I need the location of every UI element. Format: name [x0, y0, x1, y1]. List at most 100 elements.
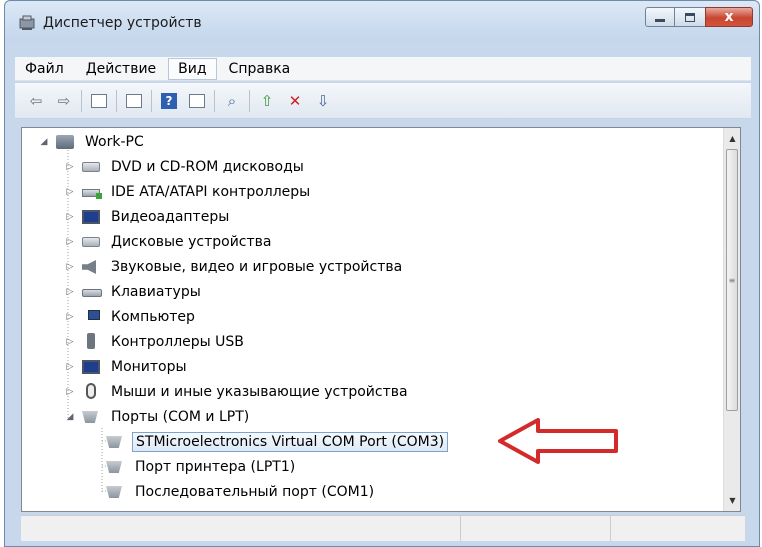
port-icon: [106, 458, 126, 476]
forward-arrow-icon: ⇨: [57, 91, 71, 110]
device-manager-icon: [19, 15, 35, 30]
usb-icon: [82, 333, 102, 351]
update-driver-button[interactable]: ⇧: [256, 90, 278, 112]
tree-device[interactable]: STMicroelectronics Virtual COM Port (COM…: [106, 430, 449, 454]
category-label: Дисковые устройства: [111, 234, 272, 250]
status-pane: [21, 516, 461, 541]
tree-category[interactable]: ▷ Компьютер: [64, 305, 198, 329]
back-button[interactable]: ⇦: [25, 90, 47, 112]
expand-icon[interactable]: ▷: [64, 237, 76, 247]
menu-action[interactable]: Действие: [76, 58, 166, 80]
device-tree[interactable]: ◢ Work-PC ▷ DVD и CD-ROM дисководы ▷ IDE…: [21, 127, 741, 512]
scrollbar-thumb[interactable]: ≡: [726, 149, 738, 411]
vertical-scrollbar[interactable]: ▲ ≡ ▼: [723, 128, 740, 511]
window-title: Диспетчер устройств: [43, 15, 202, 31]
minimize-icon: [655, 18, 665, 22]
uninstall-icon: ✕: [288, 91, 302, 110]
keyboard-icon: [82, 283, 102, 301]
tree-category[interactable]: ▷ Дисковые устройства: [64, 230, 275, 254]
status-pane: [611, 516, 745, 541]
expand-icon[interactable]: ▷: [64, 362, 76, 372]
forward-button[interactable]: ⇨: [53, 90, 75, 112]
tree-root-label: Work-PC: [85, 134, 144, 150]
toolbar-separator: [249, 89, 250, 112]
expand-icon[interactable]: ▷: [64, 187, 76, 197]
show-hide-action-pane-button[interactable]: [186, 90, 208, 112]
computer-root-icon: [56, 133, 76, 151]
monitor-icon: [82, 358, 102, 376]
toolbar: ⇦ ⇨ ? ⌕ ⇧ ✕ ⇩: [15, 83, 751, 119]
action-pane-icon: [189, 93, 205, 108]
properties-button[interactable]: [123, 90, 145, 112]
toolbar-separator: [151, 89, 152, 112]
toolbar-separator: [116, 89, 117, 112]
tree-category[interactable]: ▷ Звуковые, видео и игровые устройства: [64, 255, 405, 279]
menu-view[interactable]: Вид: [168, 57, 217, 80]
expand-icon[interactable]: ▷: [64, 262, 76, 272]
maximize-button[interactable]: [675, 7, 705, 27]
tree-category[interactable]: ▷ Видеоадаптеры: [64, 205, 232, 229]
device-label-selected: STMicroelectronics Virtual COM Port (COM…: [132, 432, 449, 452]
scroll-up-arrow-icon[interactable]: ▲: [724, 130, 740, 147]
maximize-icon: [685, 12, 695, 22]
category-label: IDE ATA/ATAPI контроллеры: [111, 184, 311, 200]
expand-icon[interactable]: ▷: [64, 287, 76, 297]
device-label: Порт принтера (LPT1): [135, 459, 296, 475]
device-manager-window: Диспетчер устройств x Файл Действие Вид …: [4, 0, 760, 547]
title-bar[interactable]: Диспетчер устройств x: [5, 1, 759, 41]
tree-category[interactable]: ▷ IDE ATA/ATAPI контроллеры: [64, 180, 313, 204]
minimize-button[interactable]: [645, 7, 675, 27]
collapse-icon[interactable]: ◢: [64, 412, 76, 422]
category-label: Мониторы: [111, 359, 187, 375]
tree-device[interactable]: Порт принтера (LPT1): [106, 455, 298, 479]
category-label: Клавиатуры: [111, 284, 201, 300]
tree-category[interactable]: ▷ Клавиатуры: [64, 280, 204, 304]
console-tree-icon: [91, 93, 107, 108]
collapse-icon[interactable]: ◢: [38, 137, 50, 147]
scan-hardware-button[interactable]: ⌕: [221, 90, 243, 112]
computer-icon: [82, 308, 102, 326]
mouse-icon: [82, 383, 102, 401]
disk-drive-icon: [82, 233, 102, 251]
tree-device[interactable]: Последовательный порт (COM1): [106, 480, 377, 504]
tree-category[interactable]: ▷ Мониторы: [64, 355, 190, 379]
dvd-drive-icon: [82, 158, 102, 176]
category-label: DVD и CD-ROM дисководы: [111, 159, 304, 175]
disable-button[interactable]: ⇩: [312, 90, 334, 112]
help-button[interactable]: ?: [158, 90, 180, 112]
tree-root[interactable]: ◢ Work-PC: [38, 130, 147, 154]
red-arrow-annotation: [498, 418, 618, 464]
scroll-down-arrow-icon[interactable]: ▼: [724, 492, 740, 509]
close-button[interactable]: x: [705, 7, 753, 27]
tree-category[interactable]: ▷ DVD и CD-ROM дисководы: [64, 155, 307, 179]
category-label: Компьютер: [111, 309, 195, 325]
status-pane: [461, 516, 611, 541]
back-arrow-icon: ⇦: [29, 91, 43, 110]
port-icon: [106, 483, 126, 501]
tree-category-ports[interactable]: ◢ Порты (COM и LPT): [64, 405, 252, 429]
expand-icon[interactable]: ▷: [64, 387, 76, 397]
expand-icon[interactable]: ▷: [64, 312, 76, 322]
device-label: Последовательный порт (COM1): [135, 484, 375, 500]
expand-icon[interactable]: ▷: [64, 212, 76, 222]
scan-hardware-icon: ⌕: [227, 91, 237, 110]
uninstall-button[interactable]: ✕: [284, 90, 306, 112]
category-label: Мыши и иные указывающие устройства: [111, 384, 408, 400]
display-adapter-icon: [82, 208, 102, 226]
category-label: Порты (COM и LPT): [111, 409, 250, 425]
category-label: Контроллеры USB: [111, 334, 244, 350]
tree-category[interactable]: ▷ Мыши и иные указывающие устройства: [64, 380, 411, 404]
menu-help[interactable]: Справка: [219, 58, 301, 80]
expand-icon[interactable]: ▷: [64, 337, 76, 347]
expand-icon[interactable]: ▷: [64, 162, 76, 172]
update-driver-icon: ⇧: [260, 91, 274, 110]
category-label: Звуковые, видео и игровые устройства: [111, 259, 403, 275]
speaker-icon: [82, 258, 102, 276]
help-icon: ?: [161, 92, 177, 109]
port-icon: [82, 408, 102, 426]
ide-controller-icon: [82, 183, 102, 201]
menu-file[interactable]: Файл: [15, 58, 74, 80]
tree-category[interactable]: ▷ Контроллеры USB: [64, 330, 247, 354]
show-hide-console-tree-button[interactable]: [88, 90, 110, 112]
port-icon: [106, 433, 126, 451]
